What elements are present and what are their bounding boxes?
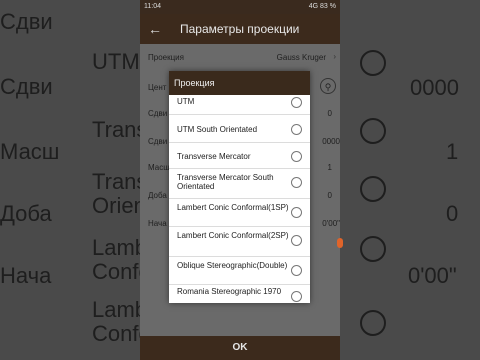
setting-value: 0 (327, 191, 332, 200)
status-bar: 11:04 4G 83 % (140, 0, 340, 14)
location-icon[interactable]: ⚲ (320, 78, 336, 94)
radio-button[interactable] (291, 265, 302, 276)
item-label: Oblique Stereographic(Double) (177, 261, 288, 270)
bg-radio (360, 176, 386, 202)
bg-label: Сдви (0, 9, 53, 34)
item-label: UTM South Orientated (177, 125, 258, 134)
bg-value: 0 (446, 201, 459, 226)
setting-value: 0 (327, 109, 332, 118)
bg-label: Масш (0, 139, 60, 164)
list-item[interactable]: Oblique Stereographic(Double) (169, 257, 310, 285)
list-item[interactable]: UTM South Orientated (169, 115, 310, 143)
setting-label: Доба (148, 191, 167, 200)
radio-button[interactable] (291, 124, 302, 135)
bg-label: Нача (0, 263, 52, 288)
setting-value: Gauss Kruger (276, 53, 326, 62)
item-label: UTM (177, 97, 195, 106)
item-label: Transverse Mercator (177, 152, 251, 161)
bg-radio (360, 50, 386, 76)
bg-radio (360, 310, 386, 336)
radio-button[interactable] (291, 291, 302, 302)
list-item[interactable]: Lambert Conic Conformal(2SP) (169, 227, 310, 257)
setting-label: Сдви (148, 109, 168, 118)
radio-button[interactable] (291, 177, 302, 188)
radio-button[interactable] (291, 97, 302, 108)
bottom-bar: OK (140, 336, 340, 360)
bg-value: 0000 (410, 75, 459, 100)
setting-value: 0'00" (322, 219, 340, 228)
projection-list: UTM UTM South Orientated Transverse Merc… (169, 95, 310, 303)
chevron-right-icon: › (333, 52, 336, 61)
bg-radio (360, 236, 386, 262)
status-right: 4G 83 % (308, 3, 336, 10)
projection-dialog: Проекция UTM UTM South Orientated Transv… (169, 71, 310, 303)
setting-value: 0000 (322, 137, 340, 146)
ok-button[interactable]: OK (140, 336, 340, 360)
bg-value: 1 (446, 139, 459, 164)
app-bar: ← Параметры проекции (140, 14, 340, 44)
dialog-header: Проекция (169, 71, 310, 95)
setting-label: Нача (148, 219, 167, 228)
bg-label: UTM (92, 49, 140, 74)
setting-label: Сдви (148, 137, 168, 146)
bg-value: 0'00" (408, 263, 457, 288)
radio-button[interactable] (291, 151, 302, 162)
item-label: Lambert Conic Conformal(2SP) (177, 231, 289, 240)
setting-projection[interactable]: Проекция Gauss Kruger › (140, 44, 340, 70)
bg-radio (360, 118, 386, 144)
dialog-title: Проекция (174, 78, 215, 88)
setting-label: Масш (148, 163, 170, 172)
page-title: Параметры проекции (180, 22, 300, 36)
accent-dot (337, 238, 343, 248)
back-arrow-icon[interactable]: ← (146, 20, 164, 38)
status-time: 11:04 (144, 3, 161, 10)
setting-value: 1 (327, 163, 332, 172)
setting-label: Проекция (148, 53, 184, 62)
radio-button[interactable] (291, 207, 302, 218)
item-label: Lambert Conic Conformal(1SP) (177, 203, 289, 212)
list-item[interactable]: Transverse Mercator (169, 143, 310, 169)
list-item[interactable]: Romania Stereographic 1970 (169, 285, 310, 303)
list-item[interactable]: UTM (169, 95, 310, 115)
radio-button[interactable] (291, 235, 302, 246)
item-label: Transverse Mercator South Orientated (177, 173, 274, 191)
bg-label: Сдви (0, 74, 53, 99)
item-label: Romania Stereographic 1970 (177, 287, 282, 296)
bg-label: Доба (0, 201, 52, 226)
list-item[interactable]: Lambert Conic Conformal(1SP) (169, 199, 310, 227)
setting-label: Цент (148, 83, 167, 92)
list-item[interactable]: Transverse Mercator South Orientated (169, 169, 310, 199)
